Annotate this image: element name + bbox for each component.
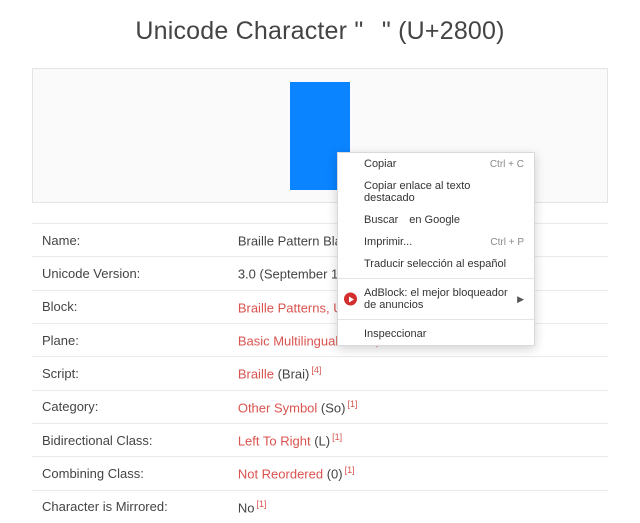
row-key: Unicode Version: <box>32 257 228 290</box>
ctx-copy[interactable]: Copiar Ctrl + C <box>338 153 534 175</box>
separator <box>338 278 534 279</box>
chevron-right-icon: ▶ <box>517 294 524 305</box>
link[interactable]: Not Reordered <box>238 467 323 482</box>
separator <box>338 319 534 320</box>
table-row: Script: Braille (Brai)[4] <box>32 357 608 390</box>
ctx-print[interactable]: Imprimir... Ctrl + P <box>338 231 534 253</box>
ctx-translate[interactable]: Traducir selección al español <box>338 253 534 275</box>
row-key: Script: <box>32 357 228 390</box>
row-key: Plane: <box>32 323 228 356</box>
row-val: No[1] <box>228 490 608 523</box>
shortcut-text: Ctrl + P <box>490 237 524 248</box>
row-val: Other Symbol (So)[1] <box>228 390 608 423</box>
row-key: Character is Mirrored: <box>32 490 228 523</box>
ref-link[interactable]: [1] <box>332 432 342 442</box>
link[interactable]: Left To Right <box>238 433 311 448</box>
link[interactable]: Braille <box>238 367 274 382</box>
row-key: Category: <box>32 390 228 423</box>
row-key: Combining Class: <box>32 457 228 490</box>
ctx-copy-link[interactable]: Copiar enlace al texto destacado <box>338 175 534 209</box>
table-row: Character is Mirrored: No[1] <box>32 490 608 523</box>
ctx-search[interactable]: Buscar en Google <box>338 209 534 231</box>
page-title: Unicode Character "⠀" (U+2800) <box>0 0 640 68</box>
ctx-adblock[interactable]: AdBlock: el mejor bloqueador de anuncios… <box>338 282 534 316</box>
ref-link[interactable]: [1] <box>345 465 355 475</box>
shortcut-text: Ctrl + C <box>490 159 524 170</box>
context-menu: Copiar Ctrl + C Copiar enlace al texto d… <box>337 152 535 346</box>
row-val: Braille (Brai)[4] <box>228 357 608 390</box>
row-key: Bidirectional Class: <box>32 423 228 456</box>
row-key: Name: <box>32 224 228 257</box>
row-key: Block: <box>32 290 228 323</box>
link[interactable]: Other Symbol <box>238 400 317 415</box>
ref-link[interactable]: [4] <box>311 365 321 375</box>
adblock-icon <box>344 293 357 306</box>
ref-link[interactable]: [1] <box>256 499 266 509</box>
table-row: Category: Other Symbol (So)[1] <box>32 390 608 423</box>
ctx-inspect[interactable]: Inspeccionar <box>338 323 534 345</box>
table-row: Bidirectional Class: Left To Right (L)[1… <box>32 423 608 456</box>
row-val: Left To Right (L)[1] <box>228 423 608 456</box>
table-row: Combining Class: Not Reordered (0)[1] <box>32 457 608 490</box>
ref-link[interactable]: [1] <box>347 399 357 409</box>
row-val: Not Reordered (0)[1] <box>228 457 608 490</box>
